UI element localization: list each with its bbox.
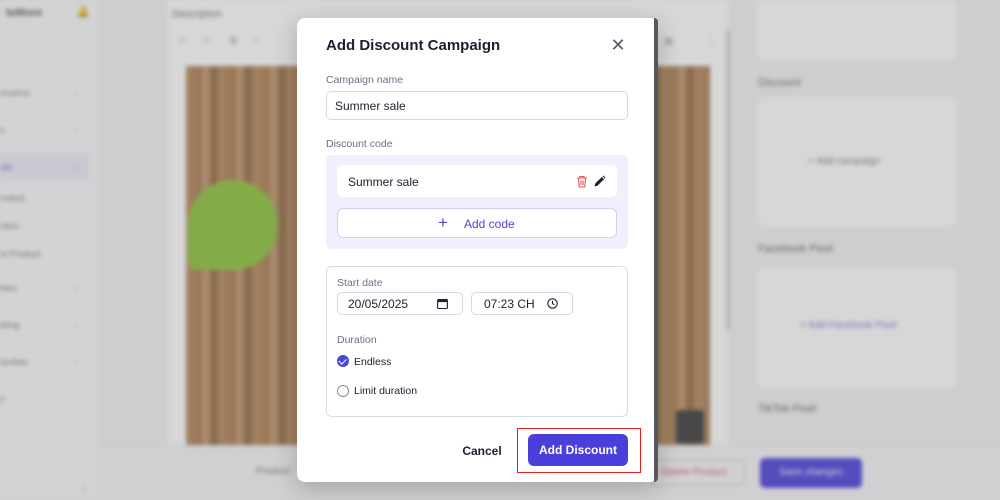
modal-scrollbar[interactable] bbox=[654, 18, 658, 482]
modal-title: Add Discount Campaign bbox=[326, 37, 501, 54]
calendar-icon[interactable] bbox=[437, 298, 448, 309]
campaign-name-label: Campaign name bbox=[326, 74, 404, 86]
duration-limit-radio[interactable] bbox=[337, 385, 349, 397]
close-icon[interactable]: ✕ bbox=[609, 36, 627, 54]
duration-endless-label[interactable]: Endless bbox=[354, 356, 391, 368]
add-code-button[interactable]: + Add code bbox=[337, 208, 617, 238]
discount-code-label: Discount code bbox=[326, 138, 393, 150]
start-date-label: Start date bbox=[337, 277, 383, 289]
trash-icon[interactable] bbox=[576, 175, 588, 188]
discount-code-text: Summer sale bbox=[348, 175, 419, 189]
duration-limit-label[interactable]: Limit duration bbox=[354, 385, 417, 397]
duration-endless-radio[interactable] bbox=[337, 355, 349, 367]
pencil-icon[interactable] bbox=[593, 175, 606, 188]
campaign-name-input[interactable]: Summer sale bbox=[326, 91, 628, 120]
plus-icon: + bbox=[438, 213, 448, 232]
add-code-label: Add code bbox=[464, 217, 515, 231]
add-discount-button[interactable]: Add Discount bbox=[528, 434, 628, 466]
cancel-button[interactable]: Cancel bbox=[457, 439, 507, 463]
duration-label: Duration bbox=[337, 334, 377, 346]
add-discount-modal: Add Discount Campaign ✕ Campaign name Su… bbox=[297, 18, 658, 482]
clock-icon[interactable] bbox=[547, 298, 558, 309]
